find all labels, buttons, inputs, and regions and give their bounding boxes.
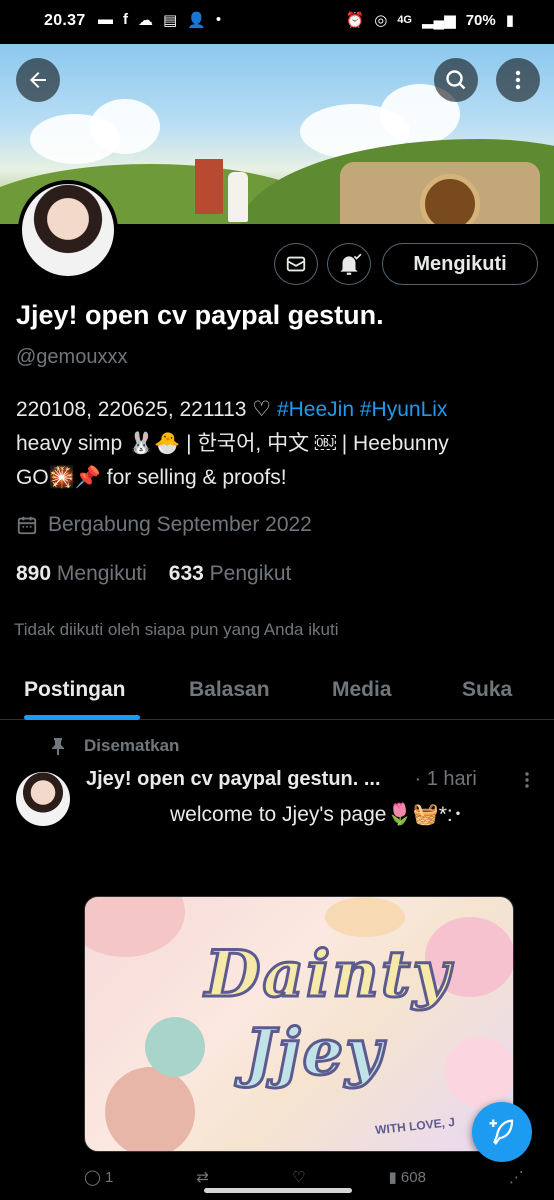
post-actions: ◯ 1 ⇄ ♡ ▮ 608 ⋰: [84, 1168, 524, 1186]
repost-button[interactable]: ⇄: [196, 1168, 209, 1186]
back-button[interactable]: [16, 58, 60, 102]
bell-check-icon: [340, 253, 362, 275]
user-add-icon: 👤: [187, 12, 206, 29]
heart-icon: ♡: [291, 1169, 306, 1186]
profile-tabs: Postingan Balasan Media Suka: [0, 664, 554, 720]
battery-icon: ▮: [505, 12, 514, 29]
active-tab-indicator: [24, 715, 140, 720]
post-author-avatar[interactable]: [16, 772, 70, 826]
image-title-line-2: Jjey: [243, 1014, 385, 1092]
hashtag-link[interactable]: #HyunLix: [360, 398, 448, 421]
tab-media[interactable]: Media: [332, 678, 392, 702]
image-footer-text: WITH LOVE, J: [374, 1114, 456, 1138]
post-more-button[interactable]: [520, 770, 534, 796]
message-button[interactable]: [274, 243, 318, 285]
calendar-icon: [17, 516, 37, 535]
envelope-icon: [286, 256, 306, 272]
notification-icons: ▬ f ☁ ▤ 👤 •: [98, 11, 221, 29]
more-vertical-icon: [515, 70, 521, 90]
reply-icon: ◯: [84, 1169, 101, 1186]
profile-name: Jjey! open cv paypal gestun.: [16, 300, 384, 330]
more-options-button[interactable]: [496, 58, 540, 102]
profile-bio: 220108, 220625, 221113 ♡ #HeeJin #HyunLi…: [16, 393, 536, 495]
follow-stats: 890 Mengikuti 633 Pengikut: [16, 562, 291, 586]
share-button[interactable]: ⋰: [509, 1168, 524, 1186]
facebook-icon: f: [123, 11, 128, 28]
status-bar: 20.37 ▬ f ☁ ▤ 👤 • ⏰ ◎ 4G ▂▄▆ 70% ▮: [0, 0, 554, 44]
search-icon: [446, 70, 466, 90]
tab-replies[interactable]: Balasan: [189, 678, 270, 702]
message-notification-icon: ▬: [98, 11, 113, 28]
views-icon: ▮: [388, 1169, 397, 1186]
notifications-button[interactable]: [327, 243, 371, 285]
signal-icon: ▂▄▆: [422, 12, 456, 29]
hashtag-link[interactable]: #HeeJin: [277, 398, 354, 421]
post-image[interactable]: Dainty Jjey WITH LOVE, J: [84, 896, 514, 1152]
pinned-indicator: Disematkan: [50, 736, 179, 756]
weather-icon: ☁: [138, 12, 153, 29]
following-button[interactable]: Mengikuti: [382, 243, 538, 285]
image-title-line-1: Dainty: [204, 936, 452, 1014]
pin-icon: [52, 738, 64, 755]
tab-likes[interactable]: Suka: [462, 678, 512, 702]
profile-handle: @gemouxxx: [16, 346, 128, 368]
more-vertical-icon: [525, 772, 529, 788]
cup-icon: ▤: [163, 12, 178, 29]
dot-icon: •: [215, 11, 222, 28]
post-time[interactable]: · 1 hari: [415, 768, 477, 791]
joined-date: Bergabung September 2022: [16, 513, 312, 537]
alarm-icon: ⏰: [345, 12, 365, 29]
network-type: 4G: [397, 14, 412, 26]
followers-link[interactable]: 633 Pengikut: [169, 562, 292, 586]
not-followed-note: Tidak diikuti oleh siapa pun yang Anda i…: [14, 620, 339, 639]
system-icons: ⏰ ◎ 4G ▂▄▆ 70% ▮: [345, 11, 514, 30]
post-header: Jjey! open cv paypal gestun. ... · 1 har…: [86, 768, 477, 791]
gesture-nav-bar[interactable]: [204, 1188, 352, 1193]
bio-line-3: GO🎇📌 for selling & proofs!: [16, 466, 287, 489]
compose-post-button[interactable]: [472, 1102, 532, 1162]
bio-line-2: heavy simp 🐰🐣 | 한국어, 中文 ￼ | Heebunny: [16, 432, 449, 455]
like-button[interactable]: ♡: [292, 1168, 305, 1186]
search-button[interactable]: [434, 58, 478, 102]
following-link[interactable]: 890 Mengikuti: [16, 562, 147, 586]
post-author-name[interactable]: Jjey! open cv paypal gestun. ...: [86, 768, 381, 791]
profile-avatar[interactable]: [18, 180, 118, 280]
tab-posts[interactable]: Postingan: [24, 678, 126, 702]
hotspot-icon: ◎: [374, 12, 388, 29]
share-icon: ⋰: [509, 1169, 524, 1186]
status-time: 20.37: [44, 12, 86, 29]
repost-icon: ⇄: [196, 1169, 209, 1186]
bio-line-1: 220108, 220625, 221113 ♡ #HeeJin #HyunLi…: [16, 398, 448, 421]
views-button[interactable]: ▮ 608: [388, 1168, 425, 1186]
arrow-left-icon: [30, 72, 46, 88]
post-text: welcome to Jjey's page🌷🧺*:･: [170, 803, 464, 826]
feather-plus-icon: [489, 1119, 514, 1145]
reply-button[interactable]: ◯ 1: [84, 1168, 113, 1186]
battery-text: 70%: [465, 11, 496, 29]
